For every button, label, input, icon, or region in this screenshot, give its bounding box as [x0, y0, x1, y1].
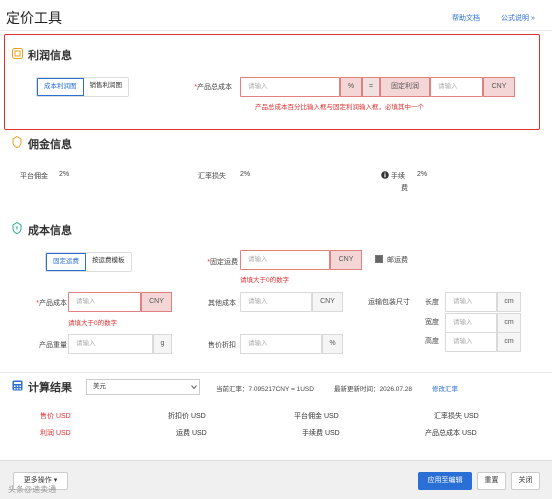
fx-loss-value: 2% [240, 171, 251, 178]
result-shipping: 运费 USD [176, 430, 207, 437]
reset-button[interactable]: 重置 [477, 472, 506, 490]
tab-cost-profit[interactable]: 成本利润图 [37, 78, 84, 96]
fx-loss-label: 汇率损失 [198, 173, 226, 180]
profit-chart-tabs: 成本利润图 销售利润图 [36, 77, 129, 97]
profit-section-icon [12, 48, 23, 59]
weight-unit: g [153, 334, 172, 354]
info-icon[interactable] [381, 171, 389, 179]
weight-label: 产品重量 [39, 342, 67, 349]
other-cost-unit: CNY [312, 292, 343, 312]
result-fx-loss: 汇率损失 USD [434, 413, 479, 420]
cost-section-icon: ¥ [12, 222, 22, 234]
tab-fixed-shipping[interactable]: 固定运费 [46, 253, 86, 271]
result-section-title: 计算结果 [28, 382, 72, 394]
fixed-shipping-unit: CNY [330, 250, 362, 270]
result-fee: 手续费 USD [302, 430, 340, 437]
length-label: 长度 [425, 299, 439, 306]
fixed-profit-label: 固定利润 [380, 77, 430, 97]
updated-time-text: 最新更新时间：2026.07.28 [334, 386, 413, 393]
result-price: 售价 USD [40, 413, 71, 420]
svg-text:¥: ¥ [15, 226, 18, 232]
exchange-rate-text: 当前汇率：7.095217CNY = 1USD [216, 386, 314, 393]
fee-label-line2: 费 [401, 185, 408, 192]
total-cost-percent-input[interactable]: 请输入 [240, 77, 340, 97]
height-unit: cm [497, 332, 521, 352]
fixed-shipping-error: 请填大于0的数字 [240, 277, 290, 284]
percent-unit: % [340, 77, 362, 97]
product-cost-error: 请填大于0的数字 [68, 320, 118, 327]
length-unit: cm [497, 292, 521, 312]
help-link[interactable]: 帮助文档 [452, 13, 480, 23]
product-cost-unit: CNY [141, 292, 172, 312]
result-divider [0, 372, 552, 373]
fixed-shipping-label: *固定运费 [207, 259, 238, 266]
discount-unit: % [322, 334, 343, 354]
formula-link[interactable]: 公式说明 » [501, 13, 535, 23]
width-input[interactable]: 请输入 [445, 313, 497, 333]
result-profit: 利润 USD [40, 430, 71, 437]
other-cost-label: 其他成本 [208, 300, 236, 307]
header-divider [0, 30, 552, 31]
length-input[interactable]: 请输入 [445, 292, 497, 312]
include-shipping-label: 邮运费 [387, 257, 408, 264]
fixed-profit-currency: CNY [483, 77, 515, 97]
platform-commission-label: 平台佣金 [20, 173, 48, 180]
tab-shipping-template[interactable]: 按运费模板 [86, 253, 131, 271]
fee-label-line1: 手续 [391, 173, 405, 180]
close-button[interactable]: 关闭 [511, 472, 540, 490]
result-total-cost: 产品总成本 USD [425, 430, 477, 437]
package-size-label: 运输包装尺寸 [368, 299, 410, 306]
apply-to-edit-button[interactable]: 应用至编辑 [418, 472, 472, 490]
profit-section-title: 利润信息 [28, 50, 72, 62]
fixed-shipping-input[interactable]: 请输入 [240, 250, 330, 270]
tab-sales-profit[interactable]: 销售利润图 [84, 78, 129, 96]
height-label: 高度 [425, 338, 439, 345]
height-input[interactable]: 请输入 [445, 332, 497, 352]
edit-rate-link[interactable]: 修改汇率 [432, 383, 458, 393]
page-title: 定价工具 [6, 10, 62, 26]
discount-input[interactable]: 请输入 [240, 334, 322, 354]
commission-section-icon [12, 136, 22, 148]
result-platform-commission: 平台佣金 USD [294, 413, 339, 420]
shipping-tabs: 固定运费 按运费模板 [45, 252, 132, 272]
total-cost-label: *产品总成本 [194, 84, 232, 91]
width-label: 宽度 [425, 319, 439, 326]
calculator-icon [12, 380, 23, 391]
result-discount-price: 折扣价 USD [168, 413, 206, 420]
platform-commission-value: 2% [59, 171, 70, 178]
other-cost-input[interactable]: 请输入 [240, 292, 312, 312]
equals-sign: = [362, 77, 380, 97]
include-shipping-checkbox[interactable] [375, 255, 383, 263]
product-cost-input[interactable]: 请输入 [68, 292, 141, 312]
cost-section-title: 成本信息 [28, 225, 72, 237]
weight-input[interactable]: 请输入 [68, 334, 153, 354]
width-unit: cm [497, 313, 521, 333]
fixed-profit-input[interactable]: 请输入 [430, 77, 483, 97]
chevron-down-icon [191, 385, 197, 389]
fee-value: 2% [417, 171, 428, 178]
watermark: 头条@速卖通 [8, 485, 57, 494]
currency-select[interactable]: 美元 [86, 379, 200, 395]
commission-section-title: 佣金信息 [28, 139, 72, 151]
profit-error-text: 产品总成本百分比输入框与固定利润输入框，必填其中一个 [255, 104, 424, 111]
discount-label: 售价折扣 [208, 342, 236, 349]
product-cost-label: *产品成本 [36, 300, 67, 307]
